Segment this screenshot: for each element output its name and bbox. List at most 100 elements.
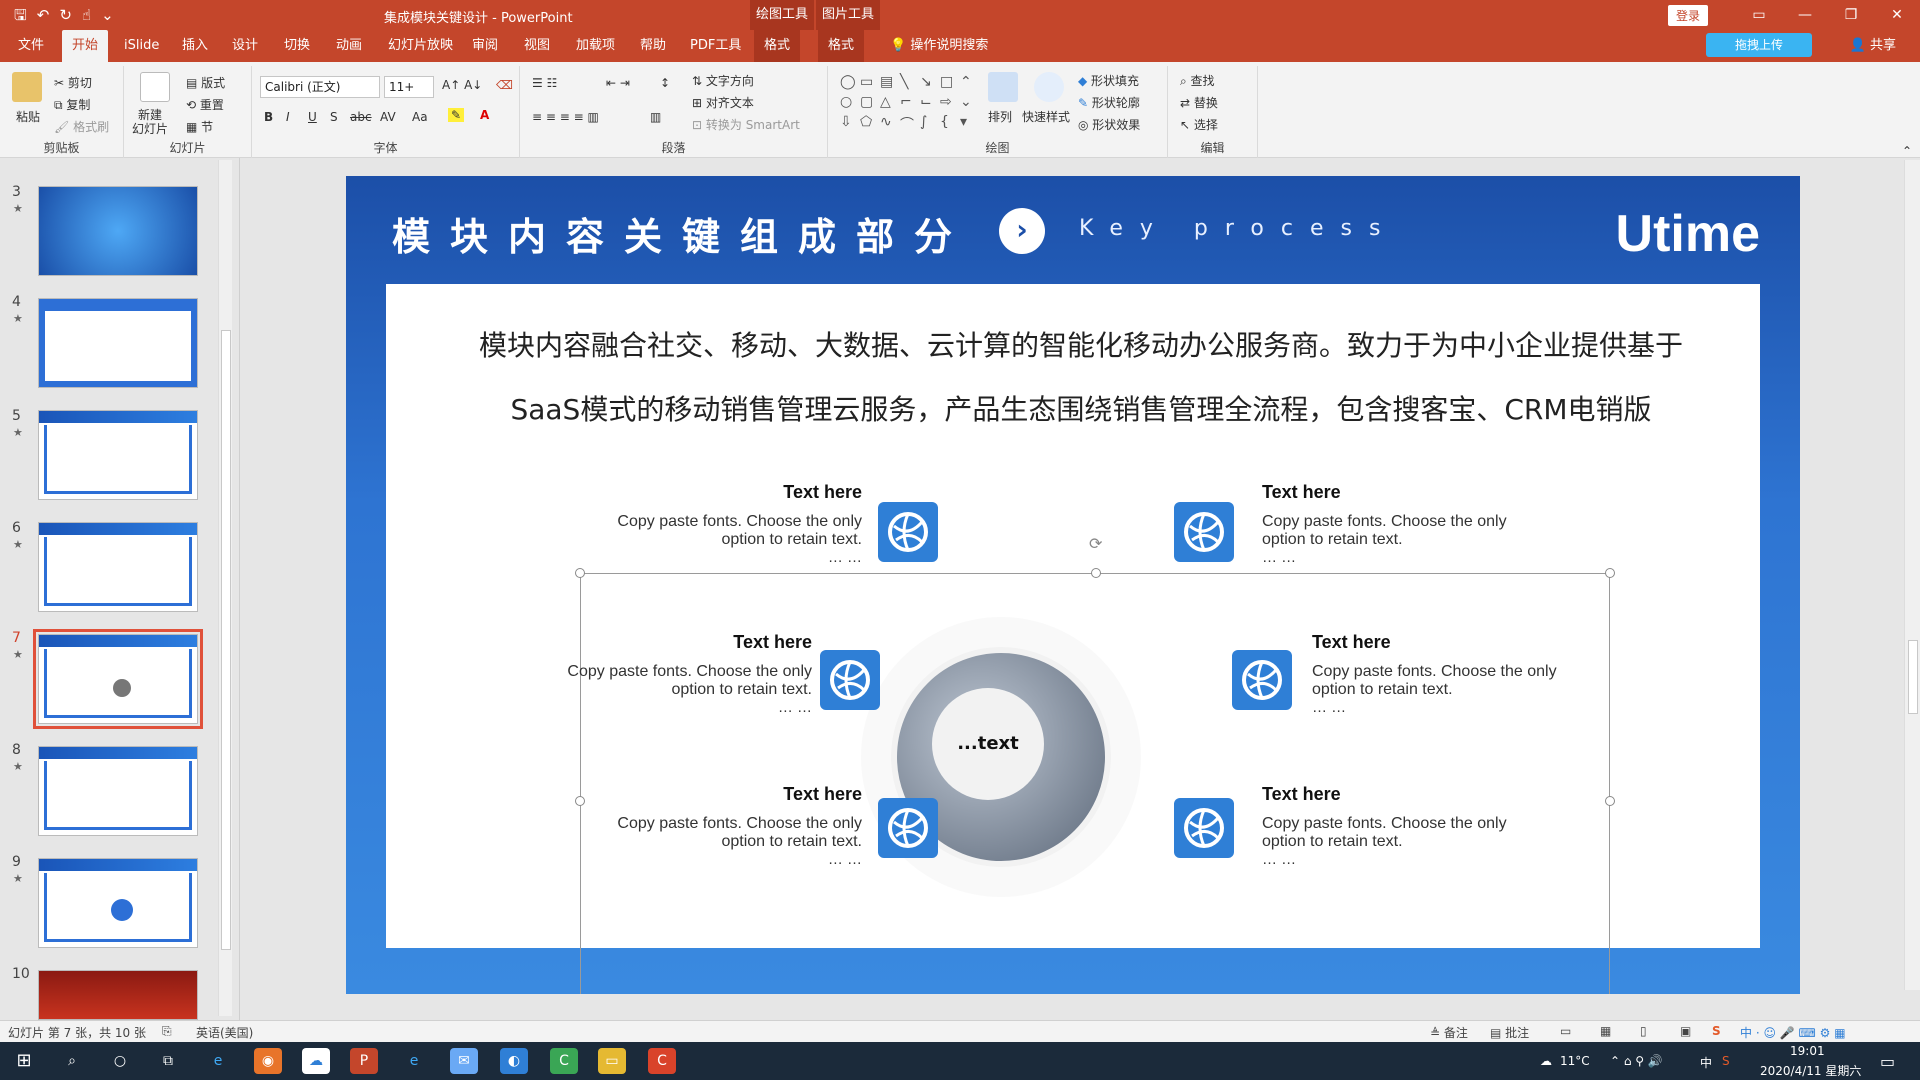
tab-islide[interactable]: iSlide <box>114 30 169 62</box>
qq-browser-icon[interactable]: ◐ <box>500 1048 528 1074</box>
rotate-handle-icon[interactable]: ⟳ <box>1089 534 1102 553</box>
text-block-bottom-right[interactable]: Text here Copy paste fonts. Choose the o… <box>1262 784 1522 868</box>
undo-icon[interactable]: ↶ <box>37 5 50 25</box>
arrange-button[interactable]: 排列 <box>988 108 1012 125</box>
font-size-select[interactable]: 11+ <box>384 76 434 98</box>
underline-button[interactable]: U <box>308 110 317 124</box>
touch-mode-icon[interactable]: ☝ <box>82 5 91 25</box>
scrollbar-thumb[interactable] <box>1908 640 1918 714</box>
italic-button[interactable]: I <box>286 110 290 124</box>
shape-circle-icon[interactable]: ○ <box>840 94 858 112</box>
intro-paragraph-line2[interactable]: SaaS模式的移动销售管理云服务，产品生态围绕销售管理全流程，包含搜客宝、CRM… <box>476 388 1686 428</box>
redo-icon[interactable]: ↻ <box>59 5 72 25</box>
search-icon[interactable]: ⌕ <box>58 1048 86 1074</box>
resize-handle[interactable] <box>1091 568 1101 578</box>
shape-expand-icon[interactable]: ▾ <box>960 114 978 132</box>
slide-thumbnail[interactable] <box>38 186 198 276</box>
change-case-button[interactable]: Aa <box>412 110 428 124</box>
ime-toolbar-icons[interactable]: 中 · ☺ 🎤 ⌨ ⚙ ▦ <box>1740 1024 1846 1041</box>
canvas-scrollbar[interactable] <box>1904 160 1920 990</box>
globe-icon[interactable] <box>1174 502 1234 562</box>
line-spacing-icon[interactable]: ↕ <box>660 76 670 90</box>
arrange-icon[interactable] <box>988 72 1018 102</box>
slide-thumbnail[interactable] <box>38 970 198 1020</box>
tab-format-drawing[interactable]: 格式 <box>754 30 801 62</box>
tab-format-picture[interactable]: 格式 <box>818 30 865 62</box>
strikethrough-button[interactable]: abc <box>350 110 372 124</box>
collapse-ribbon-icon[interactable]: ⌃ <box>1902 144 1912 158</box>
comments-button[interactable]: ▤ 批注 <box>1490 1024 1529 1041</box>
sogou-ime-icon[interactable]: S <box>1712 1024 1721 1038</box>
shadow-button[interactable]: S <box>330 110 338 124</box>
paste-button[interactable]: 粘贴 <box>16 108 40 125</box>
chevron-right-icon[interactable]: › <box>999 208 1045 254</box>
tab-design[interactable]: 设计 <box>222 30 268 62</box>
tab-transitions[interactable]: 切换 <box>274 30 320 62</box>
slide-thumbnail[interactable] <box>38 522 198 612</box>
grow-font-icon[interactable]: A↑ A↓ <box>442 78 482 92</box>
text-direction-button[interactable]: ⇅ 文字方向 <box>692 72 754 89</box>
cortana-icon[interactable]: ○ <box>106 1048 134 1074</box>
columns-icon[interactable]: ▥ <box>650 110 661 124</box>
tab-animations[interactable]: 动画 <box>326 30 372 62</box>
slide-thumbnail-selected[interactable] <box>33 629 203 729</box>
notification-icon[interactable]: ▭ <box>1880 1052 1895 1071</box>
tab-file[interactable]: 文件 <box>8 30 54 62</box>
clock-time[interactable]: 19:01 <box>1790 1044 1825 1058</box>
globe-icon[interactable] <box>1174 798 1234 858</box>
task-view-icon[interactable]: ⧉ <box>154 1048 182 1074</box>
align-text-button[interactable]: ⊞ 对齐文本 <box>692 94 754 111</box>
slide-thumbnail[interactable] <box>38 298 198 388</box>
text-block-bottom-left[interactable]: Text here Copy paste fonts. Choose the o… <box>602 784 862 868</box>
utime-logo[interactable]: Utime <box>1616 204 1760 264</box>
globe-icon[interactable] <box>1232 650 1292 710</box>
ribbon-display-icon[interactable]: ▭ <box>1736 7 1782 23</box>
new-slide-button[interactable]: 新建 幻灯片 <box>132 108 168 136</box>
weather-icon[interactable]: ☁ <box>1540 1054 1552 1068</box>
scrollbar-thumb[interactable] <box>221 330 231 950</box>
slide-subtitle-en[interactable]: Key process <box>1079 216 1397 241</box>
shape-elbow-icon[interactable]: ⌐ <box>900 94 918 112</box>
shape-rounded-icon[interactable]: ▢ <box>860 94 878 112</box>
intro-paragraph-line1[interactable]: 模块内容融合社交、移动、大数据、云计算的智能化移动办公服务商。致力于为中小企业提… <box>476 324 1686 364</box>
text-block-mid-right[interactable]: Text here Copy paste fonts. Choose the o… <box>1312 632 1572 716</box>
text-block-top-right[interactable]: Text here Copy paste fonts. Choose the o… <box>1262 482 1522 566</box>
slide[interactable]: 模块内容关键组成部分 › Key process Utime 模块内容融合社交、… <box>346 176 1800 994</box>
text-block-top-left[interactable]: Text here Copy paste fonts. Choose the o… <box>602 482 862 566</box>
resize-handle[interactable] <box>575 796 585 806</box>
notes-button[interactable]: ≜ 备注 <box>1430 1024 1468 1041</box>
slide-title[interactable]: 模块内容关键组成部分 <box>392 206 972 261</box>
new-slide-icon[interactable] <box>140 72 170 102</box>
slide-thumbnail[interactable] <box>38 746 198 836</box>
tab-view[interactable]: 视图 <box>514 30 560 62</box>
shape-arrow-line-icon[interactable]: ↘ <box>920 74 938 92</box>
tab-review[interactable]: 审阅 <box>462 30 508 62</box>
char-spacing-button[interactable]: AV <box>380 110 396 124</box>
select-button[interactable]: ↖ 选择 <box>1180 116 1218 133</box>
share-button[interactable]: 👤 共享 <box>1850 30 1896 62</box>
shape-triangle-icon[interactable]: △ <box>880 94 898 112</box>
mail-icon[interactable]: ✉ <box>450 1048 478 1074</box>
shape-textbox-icon[interactable]: ▤ <box>880 74 898 92</box>
section-button[interactable]: ▦ 节 <box>186 118 213 135</box>
customize-qat-icon[interactable]: ⌄ <box>101 5 114 25</box>
shape-rect-icon[interactable]: ▭ <box>860 74 878 92</box>
windows-start-icon[interactable]: ⊞ <box>10 1048 38 1074</box>
thumbnail-scrollbar[interactable] <box>218 160 232 1016</box>
shape-more-icon[interactable]: ⌃ <box>960 74 978 92</box>
layout-button[interactable]: ▤ 版式 <box>186 74 225 91</box>
restore-button[interactable]: ❐ <box>1828 7 1874 23</box>
save-icon[interactable]: 🖫 <box>14 5 27 25</box>
shape-pentagon-icon[interactable]: ⬠ <box>860 114 878 132</box>
resize-handle[interactable] <box>1605 796 1615 806</box>
cut-button[interactable]: ✂ 剪切 <box>54 74 92 91</box>
sorter-view-icon[interactable]: ▦ <box>1600 1024 1611 1038</box>
shapes-gallery[interactable]: ◯ ▭ ▤ ╲ ↘ □ ⌃ ○ ▢ △ ⌐ ⌙ ⇨ ⌄ ⇩ ⬠ ∿ ⌒ ∫{▾ <box>840 74 980 134</box>
language-indicator[interactable]: 英语(美国) <box>196 1024 253 1041</box>
shape-right-arrow-icon[interactable]: ⇨ <box>940 94 958 112</box>
reset-button[interactable]: ⟲ 重置 <box>186 96 224 113</box>
tab-slideshow[interactable]: 幻灯片放映 <box>378 30 463 62</box>
font-name-select[interactable]: Calibri (正文) <box>260 76 380 98</box>
normal-view-icon[interactable]: ▭ <box>1560 1024 1571 1038</box>
recorder-app-icon[interactable]: C <box>648 1048 676 1074</box>
